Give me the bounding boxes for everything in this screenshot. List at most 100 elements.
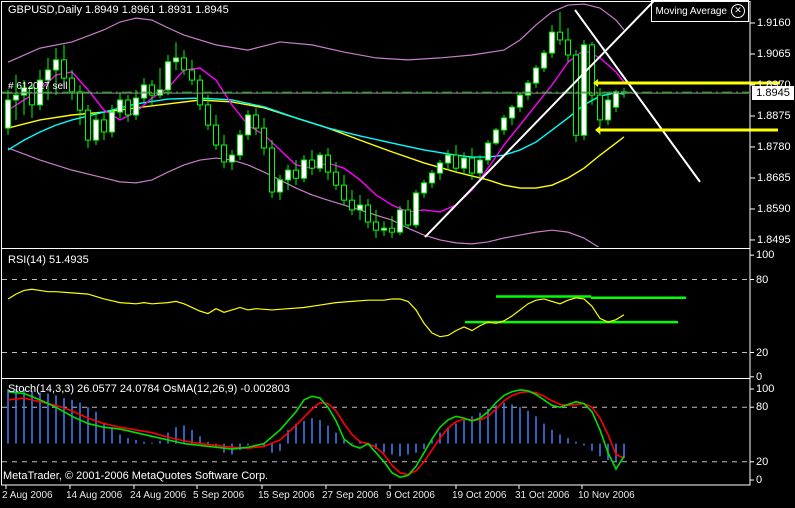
date-axis-label: 2 Aug 2006 [2, 490, 53, 501]
candle-body [189, 69, 195, 81]
candle-body [253, 114, 259, 129]
candle-body [461, 157, 467, 169]
candle-body [245, 114, 251, 136]
candle-body [53, 59, 59, 71]
panel-frame [1, 1, 751, 486]
candle-body [325, 154, 331, 173]
candle-body [293, 169, 299, 179]
candle-body [589, 44, 595, 96]
rsi-axis-label: 20 [756, 347, 769, 359]
candle-body [485, 142, 491, 161]
candle-body [373, 221, 379, 231]
candle-body [581, 44, 587, 136]
candle-body [117, 99, 123, 113]
candle-body [349, 199, 355, 211]
candle-body [557, 31, 563, 41]
rsi-axis-label: 100 [756, 249, 775, 261]
falling-trendline[interactable] [574, 9, 701, 183]
candle-body [501, 117, 507, 131]
candle-body [77, 91, 83, 111]
candle-body [261, 127, 267, 149]
rising-trendline[interactable] [424, 0, 655, 238]
candle-body [45, 69, 51, 81]
indicator-label: Moving Average [655, 5, 727, 17]
candle-body [285, 169, 291, 181]
price-axis-label: 1.8495 [757, 234, 791, 246]
candle-body [269, 147, 275, 193]
candle-body [469, 157, 475, 174]
remove-indicator-icon[interactable]: ✕ [731, 4, 745, 18]
candle-body [533, 67, 539, 84]
stoch-indicator-label: Stoch(14,3,3) 26.0577 24.0784 OsMA(12,26… [8, 383, 290, 395]
price-axis-label: 1.8875 [757, 110, 791, 122]
candle-body [301, 159, 307, 179]
indicator-label-box: Moving Average ✕ [651, 0, 749, 22]
chart-canvas [1, 0, 780, 489]
candle-body [613, 91, 619, 108]
candle-body [309, 159, 315, 169]
stoch-axis-label: 100 [756, 383, 775, 395]
candle-body [237, 134, 243, 156]
candle-body [165, 61, 171, 91]
moving-average-cyan [7, 92, 625, 158]
candle-body [341, 184, 347, 201]
candle-body [477, 159, 483, 174]
candle-body [541, 52, 547, 69]
candle-body [381, 227, 387, 231]
candle-body [397, 209, 403, 233]
candle-body [413, 192, 419, 226]
stoch-main-line [7, 389, 625, 479]
date-axis-label: 27 Sep 2006 [322, 490, 379, 501]
candle-body [517, 94, 523, 108]
candle-body [69, 77, 75, 93]
candle-body [197, 79, 203, 106]
candle-body [109, 111, 115, 133]
candle-body [317, 154, 323, 169]
stoch-panel [2, 389, 749, 479]
price-axis-label: 1.8970 [757, 79, 791, 91]
candle-body [365, 204, 371, 223]
candle-body [133, 97, 139, 116]
chart-title: GBPUSD,Daily 1.8949 1.8961 1.8931 1.8945 [8, 4, 229, 16]
date-axis-label: 24 Aug 2006 [130, 490, 187, 501]
price-axis-label: 1.8590 [757, 203, 791, 215]
candle-body [357, 204, 363, 211]
date-axis-label: 5 Sep 2006 [193, 490, 245, 501]
candle-body [277, 179, 283, 193]
candle-body [181, 57, 187, 71]
candle-body [565, 39, 571, 56]
candle-body [405, 209, 411, 226]
price-axis-label: 1.8685 [757, 172, 791, 184]
candle-body [213, 124, 219, 146]
candle-body [93, 119, 99, 141]
candle-body [549, 31, 555, 54]
candle-body [605, 99, 611, 121]
date-axis-label: 14 Aug 2006 [66, 490, 123, 501]
candle-body [205, 104, 211, 126]
candle-body [125, 99, 131, 116]
rsi-panel [2, 279, 749, 353]
date-axis-label: 15 Sep 2006 [258, 490, 315, 501]
date-axis-label: 19 Oct 2006 [452, 490, 507, 501]
candle-body [445, 154, 451, 164]
date-axis-label: 9 Oct 2006 [386, 490, 435, 501]
candle-body [509, 106, 515, 119]
candle-body [437, 162, 443, 174]
candle-body [229, 154, 235, 163]
stoch-axis-label: 20 [756, 456, 769, 468]
stoch-axis-label: 0 [756, 474, 763, 486]
candle-body [421, 182, 427, 194]
candle-body [5, 99, 11, 129]
order-label: # 612027 sell [8, 81, 68, 92]
candle-body [173, 57, 179, 63]
candle-body [389, 227, 395, 233]
date-axis-label: 31 Oct 2006 [515, 490, 570, 501]
price-axis-label: 1.9160 [757, 17, 791, 29]
candle-body [157, 89, 163, 96]
price-axis-label: 1.8780 [757, 141, 791, 153]
ray-anchor-arrow [595, 126, 600, 135]
rsi-axis-label: 0 [756, 371, 763, 383]
rsi-indicator-label: RSI(14) 51.4935 [8, 254, 89, 266]
candle-body [141, 84, 147, 99]
date-axis-label: 10 Nov 2006 [578, 490, 635, 501]
